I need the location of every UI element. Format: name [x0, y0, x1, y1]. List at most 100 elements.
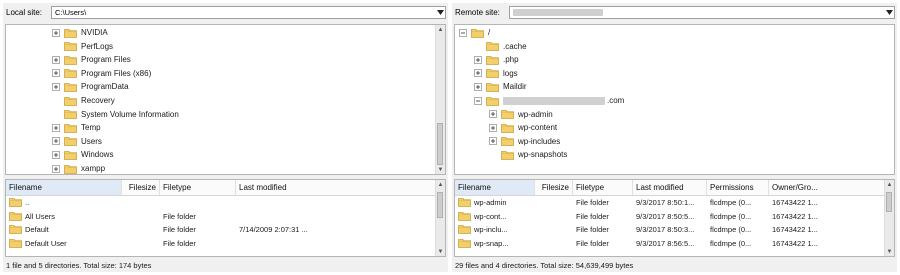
local-file-row[interactable]: .. — [6, 196, 436, 209]
remote-tree-item[interactable]: wp-content — [489, 121, 557, 134]
minus-box-icon[interactable] — [459, 28, 467, 37]
remote-col-last-modified[interactable]: Last modified — [633, 180, 707, 195]
scroll-down-arrow-icon[interactable]: ▼ — [436, 165, 445, 174]
minus-box-icon[interactable] — [474, 96, 482, 105]
plus-box-icon[interactable] — [52, 28, 60, 37]
plus-box-icon[interactable] — [52, 164, 60, 173]
local-tree-scrollbar[interactable]: ▲ ▼ — [435, 25, 445, 174]
remote-tree-item[interactable]: .com — [474, 94, 624, 107]
local-pane: Local site: C:\Users\ ▲ ▼ NVIDIA PerfLogs… — [3, 3, 448, 272]
remote-site-dropdown-button[interactable] — [884, 7, 894, 18]
remote-cell-name: wp-inclu... — [458, 223, 534, 236]
folder-icon — [471, 28, 484, 38]
remote-cell-text-owner: 16743422 1... — [772, 198, 818, 207]
scroll-down-arrow-icon[interactable]: ▼ — [885, 247, 894, 256]
local-tree-item[interactable]: Temp — [52, 121, 101, 134]
remote-list-scrollbar[interactable]: ▲ ▼ — [884, 180, 894, 256]
remote-tree-item-label: Maildir — [503, 82, 527, 92]
remote-file-row[interactable]: wp-inclu... File folder 9/3/2017 8:50:3...… — [455, 223, 885, 236]
remote-col-owner-group[interactable]: Owner/Gro... — [769, 180, 889, 195]
folder-icon — [458, 238, 471, 248]
remote-cell-modified: 9/3/2017 8:50:5... — [636, 210, 706, 223]
chevron-down-icon — [885, 10, 893, 15]
local-col-last-modified[interactable]: Last modified — [236, 180, 436, 195]
remote-tree-item[interactable]: / — [459, 26, 490, 39]
local-tree-item[interactable]: NVIDIA — [52, 26, 108, 39]
plus-box-icon[interactable] — [52, 82, 60, 91]
local-directory-tree[interactable]: ▲ ▼ NVIDIA PerfLogs Program Files Program F… — [5, 24, 446, 175]
remote-directory-tree[interactable]: / .cache .php logs Maildir .com wp-admin wp-con… — [454, 24, 895, 175]
remote-tree-item-label: / — [488, 28, 491, 37]
local-tree-item-label: xampp — [81, 164, 106, 173]
plus-box-icon[interactable] — [52, 137, 60, 146]
plus-box-icon[interactable] — [489, 137, 497, 146]
remote-site-path-input[interactable] — [509, 6, 895, 19]
local-list-scroll-thumb[interactable] — [437, 192, 443, 218]
scroll-up-arrow-icon[interactable]: ▲ — [436, 180, 445, 189]
local-site-dropdown-button[interactable] — [435, 7, 445, 18]
local-tree-item[interactable]: ProgramData — [52, 80, 129, 93]
plus-box-icon[interactable] — [474, 82, 482, 91]
remote-tree-item[interactable]: .cache — [474, 40, 527, 53]
remote-file-row[interactable]: wp-snap... File folder 9/3/2017 8:56:5... f… — [455, 237, 885, 250]
folder-icon — [64, 55, 77, 65]
remote-tree-item[interactable]: logs — [474, 67, 518, 80]
local-col-filename[interactable]: Filename — [6, 180, 122, 195]
local-tree-item-label: System Volume Information — [81, 109, 179, 119]
local-tree-item[interactable]: System Volume Information — [52, 108, 179, 121]
local-cell-modified — [239, 237, 429, 250]
local-file-row[interactable]: All Users File folder — [6, 210, 436, 223]
remote-tree-item[interactable]: .php — [474, 53, 519, 66]
remote-col-permissions[interactable]: Permissions — [707, 180, 769, 195]
local-tree-item[interactable]: Windows — [52, 148, 113, 161]
remote-col-filetype[interactable]: Filetype — [573, 180, 633, 195]
remote-list-scroll-thumb[interactable] — [886, 192, 892, 212]
folder-icon — [64, 82, 77, 92]
remote-cell-owner: 16743422 1... — [772, 237, 882, 250]
folder-icon — [9, 211, 22, 221]
folder-icon — [486, 41, 499, 51]
plus-box-icon[interactable] — [52, 123, 60, 132]
local-file-row[interactable]: Default File folder 7/14/2009 2:07:31 ... — [6, 223, 436, 236]
local-tree-item[interactable]: Program Files (x86) — [52, 67, 151, 80]
local-site-label: Local site: — [6, 7, 43, 17]
plus-box-icon[interactable] — [52, 150, 60, 159]
plus-box-icon[interactable] — [489, 110, 497, 118]
plus-box-icon[interactable] — [52, 69, 60, 78]
remote-col-filename[interactable]: Filename — [455, 180, 535, 195]
scroll-down-arrow-icon[interactable]: ▼ — [436, 247, 445, 256]
local-tree-item[interactable]: PerfLogs — [52, 40, 113, 53]
folder-icon — [9, 224, 22, 234]
local-col-filetype[interactable]: Filetype — [160, 180, 236, 195]
scroll-up-arrow-icon[interactable]: ▲ — [436, 25, 445, 34]
local-list-scrollbar[interactable]: ▲ ▼ — [435, 180, 445, 256]
plus-box-icon[interactable] — [52, 55, 60, 64]
local-tree-item[interactable]: Recovery — [52, 94, 115, 107]
remote-file-row[interactable]: wp-admin File folder 9/3/2017 8:50:1... flc… — [455, 196, 885, 209]
folder-icon — [64, 136, 77, 147]
local-tree-item[interactable]: Program Files — [52, 53, 131, 66]
remote-tree-item[interactable]: wp-snapshots — [489, 148, 567, 161]
remote-cell-owner: 16743422 1... — [772, 223, 882, 236]
remote-tree-item-label: wp-content — [518, 123, 558, 133]
local-file-list[interactable]: Filename Filesize Filetype Last modified… — [5, 179, 446, 257]
local-col-filesize[interactable]: Filesize — [122, 180, 160, 195]
plus-box-icon[interactable] — [489, 123, 497, 132]
remote-file-row[interactable]: wp-cont... File folder 9/3/2017 8:50:5... f… — [455, 210, 885, 223]
remote-cell-modified: 9/3/2017 8:50:1... — [636, 196, 706, 209]
local-file-row[interactable]: Default User File folder — [6, 237, 436, 250]
scroll-up-arrow-icon[interactable]: ▲ — [885, 180, 894, 189]
remote-col-filesize[interactable]: Filesize — [535, 180, 573, 195]
remote-tree-item[interactable]: Maildir — [474, 80, 527, 93]
remote-tree-item[interactable]: wp-includes — [489, 135, 560, 148]
remote-tree-item[interactable]: wp-admin — [489, 108, 553, 121]
plus-box-icon[interactable] — [474, 69, 482, 78]
local-tree-scroll-thumb[interactable] — [437, 123, 443, 165]
local-site-path-input[interactable]: C:\Users\ — [51, 6, 446, 19]
local-tree-item[interactable]: xampp — [52, 162, 106, 174]
local-tree-item[interactable]: Users — [52, 135, 102, 148]
local-status-bar: 1 file and 5 directories. Total size: 17… — [6, 261, 152, 270]
remote-file-list[interactable]: Filename Filesize Filetype Last modified… — [454, 179, 895, 257]
local-site-bar: Local site: C:\Users\ — [3, 3, 448, 21]
plus-box-icon[interactable] — [474, 55, 482, 64]
